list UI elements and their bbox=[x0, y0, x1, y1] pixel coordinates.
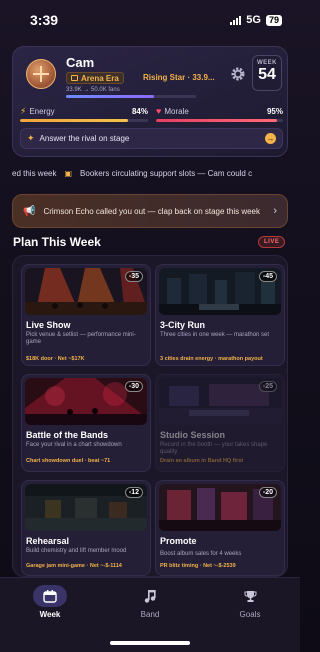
trophy-icon bbox=[233, 585, 267, 607]
card-description: Record in the booth — your takes shape q… bbox=[160, 442, 268, 455]
heart-icon: ♥ bbox=[156, 106, 162, 116]
home-indicator[interactable] bbox=[110, 641, 190, 645]
energy-cost: -30 bbox=[124, 381, 143, 392]
profile-card: Cam Arena Era Rising Star · 33.9... WEEK… bbox=[12, 46, 288, 157]
fans-progress-text: 33.9K → 50.0K fans bbox=[66, 87, 120, 93]
card-title: Battle of the Bands bbox=[26, 430, 109, 440]
objective-text: Answer the rival on stage bbox=[39, 134, 130, 143]
rival-callout[interactable]: 📢 Crimson Echo called you out — clap bac… bbox=[12, 194, 288, 228]
ticket-icon: ▣ bbox=[64, 169, 73, 178]
rank-label: Rising Star · 33.9... bbox=[143, 73, 215, 82]
morale-label: Morale bbox=[164, 106, 189, 116]
action-card-3-city-run[interactable]: -45 3-City Run Three cities in one week … bbox=[155, 264, 285, 366]
energy-value: 84% bbox=[131, 106, 148, 116]
crosshair-icon bbox=[33, 66, 49, 82]
tab-label: Week bbox=[39, 610, 61, 619]
energy-cost: -45 bbox=[258, 271, 277, 282]
morale-stat: ♥ Morale 95% bbox=[156, 106, 283, 116]
ticket-icon bbox=[71, 75, 78, 81]
plan-panel: -35 Live Show Pick venue & setlist — per… bbox=[12, 255, 288, 577]
energy-stat: ⚡ Energy 84% bbox=[20, 106, 148, 116]
card-description: Pick venue & setlist — performance mini-… bbox=[26, 332, 136, 345]
tab-goals[interactable]: Goals bbox=[200, 578, 300, 652]
signal-icon bbox=[230, 15, 242, 25]
ticker-item: ed this week bbox=[12, 169, 57, 178]
callout-text: Crimson Echo called you out — clap back … bbox=[43, 206, 261, 216]
player-name: Cam bbox=[66, 55, 95, 70]
energy-bar-fill bbox=[20, 119, 128, 122]
sparkle-icon: ✦ bbox=[27, 133, 35, 143]
week-number: 54 bbox=[258, 66, 276, 83]
gear-icon[interactable] bbox=[230, 66, 246, 82]
week-counter: WEEK 54 bbox=[252, 55, 282, 91]
objective-button[interactable]: ✦ Answer the rival on stage → bbox=[20, 128, 283, 149]
card-description: Face your rival in a chart showdown bbox=[26, 442, 122, 448]
morale-bar bbox=[156, 119, 283, 122]
action-card-promote[interactable]: -20 Promote Boost album sales for 4 week… bbox=[155, 480, 285, 576]
music-icon bbox=[133, 585, 167, 607]
morale-bar-fill bbox=[156, 119, 277, 122]
card-meta: PR blitz timing · Net ~-$-2539 bbox=[160, 563, 236, 569]
card-meta: Garage jam mini-game · Net ~-$-1114 bbox=[26, 563, 122, 569]
card-description: Build chemistry and lift member mood bbox=[26, 548, 127, 554]
card-title: Live Show bbox=[26, 320, 71, 330]
card-title: Studio Session bbox=[160, 430, 226, 440]
fans-progress-fill bbox=[66, 95, 155, 98]
calendar-icon bbox=[33, 585, 67, 607]
energy-cost: -12 bbox=[124, 487, 143, 498]
energy-bar bbox=[20, 119, 148, 122]
clock: 3:39 bbox=[30, 12, 59, 28]
action-card-studio-session: -25 Studio Session Record in the booth —… bbox=[155, 374, 285, 472]
lightning-icon: ⚡ bbox=[20, 105, 27, 116]
card-title: Rehearsal bbox=[26, 536, 70, 546]
card-description: Three cities in one week — marathon set bbox=[160, 332, 270, 338]
avatar[interactable] bbox=[26, 59, 56, 89]
card-title: Promote bbox=[160, 536, 197, 546]
card-title: 3-City Run bbox=[160, 320, 205, 330]
tab-week[interactable]: Week bbox=[0, 578, 100, 652]
news-ticker: ed this week ▣ Bookers circulating suppo… bbox=[0, 166, 300, 182]
morale-value: 95% bbox=[266, 106, 283, 116]
energy-cost: -35 bbox=[124, 271, 143, 282]
megaphone-icon: 📢 bbox=[23, 205, 36, 217]
card-meta: Chart showdown duel · beat ~71 bbox=[26, 458, 111, 464]
action-card-rehearsal[interactable]: -12 Rehearsal Build chemistry and lift m… bbox=[21, 480, 151, 576]
ticker-item: Bookers circulating support slots — Cam … bbox=[80, 169, 253, 178]
era-badge: Arena Era bbox=[66, 72, 124, 84]
live-badge: LIVE bbox=[258, 236, 286, 248]
battery-icon: 79 bbox=[265, 14, 282, 26]
network-type: 5G bbox=[246, 14, 261, 26]
card-meta: Drain an album in Band HQ first bbox=[160, 458, 244, 464]
section-title: Plan This Week bbox=[13, 235, 101, 249]
fans-progress-bar bbox=[66, 95, 196, 98]
card-meta: $18K door · Net ~$17K bbox=[26, 356, 85, 362]
energy-label: Energy bbox=[29, 106, 55, 116]
tab-label: Goals bbox=[239, 610, 261, 619]
arrow-right-icon: → bbox=[265, 133, 276, 144]
chevron-right-icon: › bbox=[273, 205, 277, 217]
tab-label: Band bbox=[140, 610, 160, 619]
card-description: Boost album sales for 4 weeks bbox=[160, 551, 242, 557]
action-card-live-show[interactable]: -35 Live Show Pick venue & setlist — per… bbox=[21, 264, 151, 366]
energy-cost: -25 bbox=[258, 381, 277, 392]
action-card-battle-of-the-bands[interactable]: -30 Battle of the Bands Face your rival … bbox=[21, 374, 151, 472]
status-bar: 3:39 5G 79 bbox=[0, 0, 300, 40]
status-indicators: 5G 79 bbox=[230, 14, 282, 26]
era-label: Arena Era bbox=[81, 73, 119, 83]
energy-cost: -20 bbox=[258, 487, 277, 498]
card-meta: 3 cities drain energy · marathon payout bbox=[160, 356, 263, 362]
